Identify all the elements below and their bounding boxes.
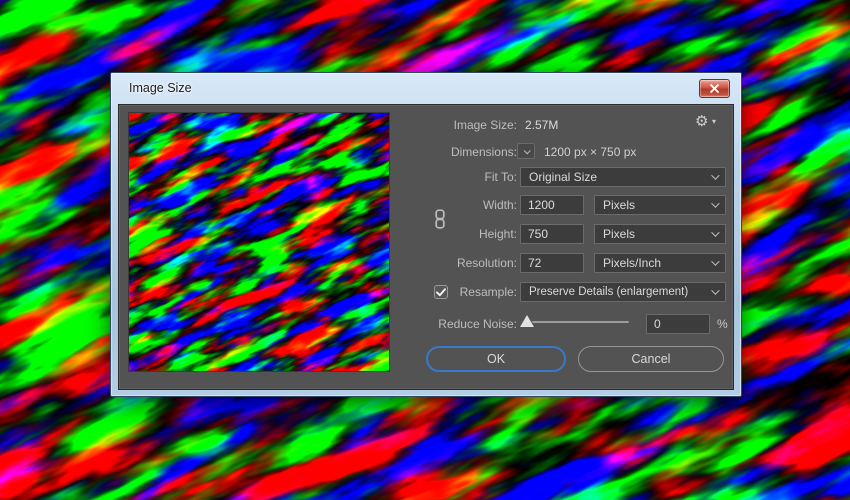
width-input[interactable] bbox=[520, 195, 584, 215]
image-size-dialog: Image Size bbox=[110, 72, 742, 397]
close-icon bbox=[710, 84, 719, 93]
height-unit-value: Pixels bbox=[603, 227, 711, 241]
resolution-label: Resolution: bbox=[399, 253, 517, 273]
reduce-noise-input[interactable] bbox=[646, 314, 710, 334]
reduce-noise-label: Reduce Noise: bbox=[399, 314, 517, 334]
chevron-down-icon bbox=[711, 257, 719, 265]
reduce-noise-unit: % bbox=[717, 314, 728, 334]
fit-to-label: Fit To: bbox=[399, 167, 517, 187]
height-unit-dropdown[interactable]: Pixels bbox=[594, 224, 726, 244]
reduce-noise-slider-track[interactable] bbox=[532, 321, 629, 323]
desktop: Image Size bbox=[0, 0, 850, 500]
resolution-input[interactable] bbox=[520, 253, 584, 273]
chevron-down-icon bbox=[711, 228, 719, 236]
resolution-unit-dropdown[interactable]: Pixels/Inch bbox=[594, 253, 726, 273]
width-unit-value: Pixels bbox=[603, 198, 711, 212]
image-size-value: 2.57M bbox=[525, 115, 558, 135]
gear-caret-icon: ▾ bbox=[712, 117, 716, 126]
resample-method-dropdown[interactable]: Preserve Details (enlargement) bbox=[520, 282, 726, 302]
width-label: Width: bbox=[399, 195, 517, 215]
dialog-content: Image Size: 2.57M ⚙ ▾ Dimensions: 1200 p… bbox=[118, 104, 734, 390]
chevron-down-icon bbox=[523, 147, 530, 154]
image-size-label: Image Size: bbox=[399, 115, 517, 135]
dimensions-label: Dimensions: bbox=[399, 142, 517, 162]
settings-menu-button[interactable]: ⚙ ▾ bbox=[695, 111, 725, 133]
image-preview[interactable] bbox=[128, 112, 390, 372]
close-button[interactable] bbox=[699, 79, 730, 98]
resample-label: Resample: bbox=[399, 282, 517, 302]
dialog-title: Image Size bbox=[129, 81, 192, 95]
width-unit-dropdown[interactable]: Pixels bbox=[594, 195, 726, 215]
dimensions-unit-dropdown[interactable] bbox=[517, 143, 535, 159]
preview-artwork bbox=[129, 113, 390, 372]
fit-to-dropdown[interactable]: Original Size bbox=[520, 167, 726, 187]
chevron-down-icon bbox=[711, 286, 719, 294]
gear-icon: ⚙ bbox=[695, 111, 708, 133]
cancel-button[interactable]: Cancel bbox=[578, 346, 724, 372]
ok-button[interactable]: OK bbox=[426, 346, 566, 372]
height-label: Height: bbox=[399, 224, 517, 244]
resample-method-value: Preserve Details (enlargement) bbox=[529, 286, 711, 298]
chevron-down-icon bbox=[711, 199, 719, 207]
dialog-titlebar[interactable]: Image Size bbox=[111, 73, 741, 104]
resolution-unit-value: Pixels/Inch bbox=[603, 256, 711, 270]
fit-to-value: Original Size bbox=[529, 170, 711, 184]
chevron-down-icon bbox=[711, 171, 719, 179]
height-input[interactable] bbox=[520, 224, 584, 244]
dimensions-value: 1200 px × 750 px bbox=[544, 142, 636, 162]
